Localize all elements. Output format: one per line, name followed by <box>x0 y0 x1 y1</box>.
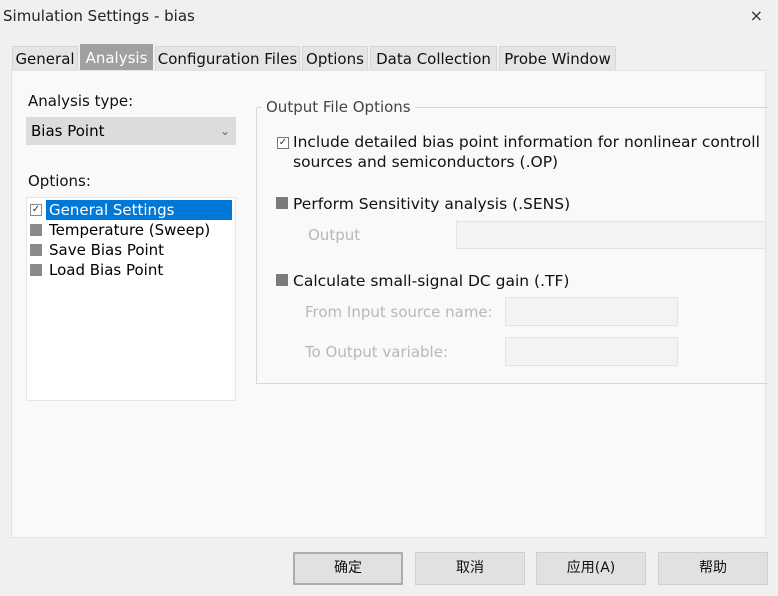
tab-probe-window[interactable]: Probe Window <box>499 46 616 70</box>
tf-label: Calculate small-signal DC gain (.TF) <box>293 272 570 290</box>
unchecked-box-icon <box>30 224 42 236</box>
help-button[interactable]: 帮助 <box>658 552 768 585</box>
list-item-save-bias-point[interactable]: Save Bias Point <box>30 240 236 260</box>
tf-to-label: To Output variable: <box>305 343 448 361</box>
output-file-options-title: Output File Options <box>262 98 415 116</box>
sens-output-field[interactable] <box>456 221 766 249</box>
tf-to-field[interactable] <box>505 337 678 366</box>
tab-general[interactable]: General <box>12 46 78 70</box>
chevron-down-icon: ⌄ <box>219 124 230 138</box>
cancel-button[interactable]: 取消 <box>415 552 525 585</box>
list-item-label: Temperature (Sweep) <box>49 221 211 239</box>
unchecked-box-icon <box>30 264 42 276</box>
tab-configuration-files[interactable]: Configuration Files <box>155 46 300 70</box>
ok-button[interactable]: 确定 <box>293 552 403 585</box>
tf-checkbox[interactable] <box>276 274 288 286</box>
unchecked-box-icon <box>30 244 42 256</box>
list-item-load-bias-point[interactable]: Load Bias Point <box>30 260 236 280</box>
op-label-line1: Include detailed bias point information … <box>293 133 760 151</box>
list-item-general-settings[interactable]: ✓ General Settings <box>30 200 236 220</box>
tf-from-field[interactable] <box>505 297 678 326</box>
apply-button[interactable]: 应用(A) <box>536 552 646 585</box>
list-item-label: Load Bias Point <box>49 261 164 279</box>
tab-options[interactable]: Options <box>302 46 368 70</box>
analysis-type-label: Analysis type: <box>28 92 134 110</box>
title-bar: Simulation Settings - bias × <box>0 0 778 34</box>
close-icon[interactable]: × <box>750 6 763 25</box>
tab-analysis[interactable]: Analysis <box>80 44 153 70</box>
options-label: Options: <box>28 172 91 190</box>
analysis-type-value: Bias Point <box>31 122 105 140</box>
sens-output-label: Output <box>308 226 361 244</box>
list-item-label: Save Bias Point <box>49 241 165 259</box>
list-item-temperature-sweep[interactable]: Temperature (Sweep) <box>30 220 236 240</box>
analysis-type-select[interactable]: Bias Point ⌄ <box>26 117 236 145</box>
sens-checkbox[interactable] <box>276 197 288 209</box>
window-title: Simulation Settings - bias <box>3 7 195 25</box>
options-listbox[interactable]: ✓ General Settings Temperature (Sweep) S… <box>26 197 236 401</box>
tf-from-label: From Input source name: <box>305 303 493 321</box>
op-label-line2: sources and semiconductors (.OP) <box>293 153 559 171</box>
op-checkbox[interactable]: ✓ <box>277 137 289 149</box>
tab-data-collection[interactable]: Data Collection <box>370 46 497 70</box>
list-item-label: General Settings <box>46 200 232 220</box>
sens-label: Perform Sensitivity analysis (.SENS) <box>293 195 571 213</box>
check-icon: ✓ <box>30 204 42 216</box>
